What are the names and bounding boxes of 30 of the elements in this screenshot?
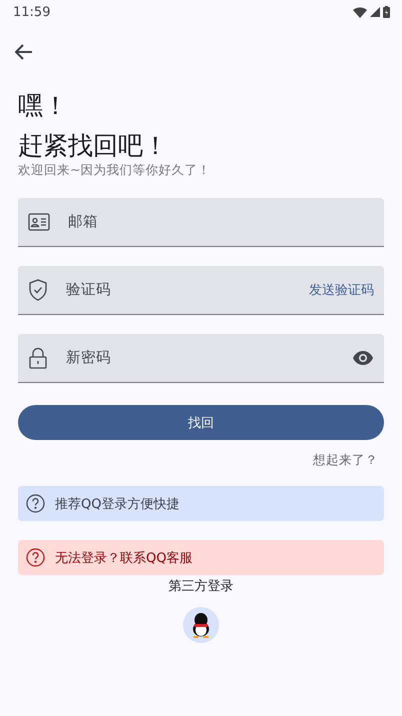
penguin-icon bbox=[191, 612, 211, 638]
send-code-link[interactable]: 发送验证码 bbox=[309, 281, 374, 299]
back-arrow-icon[interactable] bbox=[15, 44, 33, 60]
signal-icon bbox=[370, 7, 380, 17]
notice-text: 推荐QQ登录方便快捷 bbox=[55, 496, 180, 512]
wifi-icon bbox=[353, 6, 367, 18]
eye-icon[interactable] bbox=[352, 350, 374, 366]
text-field[interactable]: 邮箱 bbox=[18, 198, 384, 247]
penguin-login-button[interactable] bbox=[183, 607, 219, 643]
status-time: 11:59 bbox=[13, 4, 50, 20]
page-title: 嘿！ bbox=[18, 90, 69, 122]
id-card-icon bbox=[28, 213, 50, 231]
help-icon bbox=[26, 548, 45, 567]
lock-icon bbox=[28, 347, 48, 369]
notice-card[interactable]: 无法登录？联系QQ客服 bbox=[18, 540, 384, 575]
input-field[interactable]: 新密码 bbox=[64, 349, 336, 367]
help-icon bbox=[26, 494, 45, 513]
recover-button[interactable]: 找回 bbox=[18, 405, 384, 440]
text-field[interactable]: 验证码 发送验证码 bbox=[18, 266, 384, 315]
shield-check-icon bbox=[28, 279, 48, 301]
third-party-label: 第三方登录 bbox=[168, 578, 234, 595]
notice-text: 无法登录？联系QQ客服 bbox=[55, 550, 192, 566]
remembered-link[interactable]: 想起来了？ bbox=[313, 452, 378, 469]
page-title: 赶紧找回吧！ bbox=[18, 130, 169, 162]
battery-icon bbox=[383, 6, 390, 18]
input-field[interactable]: 验证码 bbox=[64, 281, 293, 299]
subtitle: 欢迎回来~因为我们等你好久了！ bbox=[18, 162, 212, 178]
notice-card[interactable]: 推荐QQ登录方便快捷 bbox=[18, 486, 384, 521]
text-field[interactable]: 新密码 bbox=[18, 334, 384, 383]
input-field[interactable]: 邮箱 bbox=[66, 213, 374, 231]
